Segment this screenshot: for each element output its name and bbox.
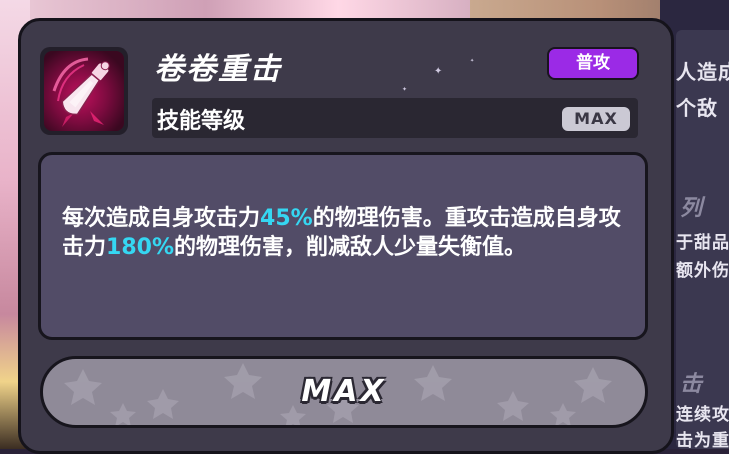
- skill-description: 每次造成自身攻击力45%的物理伤害。重攻击造成自身攻击力180%的物理伤害，削减…: [62, 204, 632, 262]
- side-panel-text: 击为重: [676, 431, 729, 451]
- upgrade-max-label: MAX: [301, 374, 387, 409]
- upgrade-max-button[interactable]: MAX: [40, 356, 648, 428]
- side-panel-title: 击: [680, 372, 704, 397]
- damage-value: 180%: [106, 235, 174, 260]
- sparkle-decoration: ✦: [434, 66, 443, 77]
- sparkle-decoration: ✦: [470, 58, 475, 64]
- description-text: 的物理伤害，削减敌人少量失衡值。: [173, 235, 526, 260]
- side-panel-text: 连续攻: [676, 405, 729, 425]
- sparkle-decoration: ✦: [402, 86, 408, 93]
- side-panel-text: 个敌: [676, 96, 718, 120]
- side-panel-title: 列: [680, 196, 704, 221]
- skill-level-label: 技能等级: [157, 109, 246, 134]
- description-text: 每次造成自身攻击力: [62, 206, 261, 231]
- skill-level-badge: MAX: [562, 107, 630, 131]
- baseball-bat-icon: [44, 51, 124, 131]
- skill-name: 卷卷重击: [154, 52, 282, 87]
- side-panel-text: 额外伤: [676, 261, 729, 281]
- skill-type-tag: 普攻: [547, 47, 639, 80]
- side-panel-text: 于甜品: [676, 233, 729, 253]
- side-panel-text: 人造成: [676, 60, 729, 84]
- damage-value: 45%: [260, 206, 313, 231]
- skill-icon-frame: [40, 47, 128, 135]
